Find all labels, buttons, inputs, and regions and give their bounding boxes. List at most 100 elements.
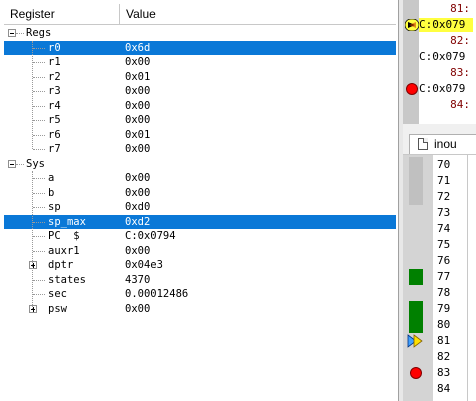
register-value[interactable]: 0x00	[125, 244, 150, 259]
register-value[interactable]: 0x00	[125, 171, 150, 186]
register-value[interactable]: 0x00	[125, 55, 150, 70]
register-name: psw	[48, 302, 67, 315]
source-editor: 70 71 72 73 74 75 76 77 78 79 80 81 82 83 84	[403, 155, 476, 401]
column-header-value[interactable]: Value	[120, 4, 396, 24]
register-value[interactable]: 0x00	[125, 113, 150, 128]
disassembly-source-line[interactable]: 83:	[403, 66, 476, 80]
register-value[interactable]: 0x01	[125, 128, 150, 143]
tree-group-sys[interactable]: Sys	[4, 157, 396, 172]
register-value[interactable]: C:0x0794	[125, 229, 176, 244]
source-line[interactable]: 78	[403, 285, 476, 301]
expand-icon[interactable]	[29, 261, 37, 269]
source-line[interactable]: 77	[403, 269, 476, 285]
register-row[interactable]: r6 0x01	[4, 128, 396, 143]
register-row[interactable]: r3 0x00	[4, 84, 396, 99]
register-name: r0	[48, 41, 61, 54]
line-number: 83	[437, 366, 451, 379]
tab-label: inou	[434, 137, 457, 151]
source-line[interactable]: 73	[403, 205, 476, 221]
coverage-marker	[409, 317, 423, 333]
disassembly-window: 81: C:0x079 82: C:0x079 83: C:0x079 84:	[403, 0, 476, 124]
source-line[interactable]: 80	[403, 317, 476, 333]
register-name: sp	[48, 201, 61, 213]
register-row[interactable]: sp 0xd0	[4, 200, 396, 215]
register-value[interactable]: 4370	[125, 273, 150, 288]
source-line[interactable]: 71	[403, 173, 476, 189]
disassembly-instruction-line[interactable]: C:0x079	[403, 50, 476, 64]
source-line-number: 82:	[450, 34, 470, 47]
register-row[interactable]: r5 0x00	[4, 113, 396, 128]
disassembly-source-line[interactable]: 84:	[403, 98, 476, 112]
register-value[interactable]: 0x6d	[125, 41, 150, 56]
register-row[interactable]: b 0x00	[4, 186, 396, 201]
register-row[interactable]: auxr1 0x00	[4, 244, 396, 259]
disassembly-source-line[interactable]: 81:	[403, 2, 476, 16]
line-number: 84	[437, 382, 451, 395]
source-line[interactable]: 81	[403, 333, 476, 349]
register-name: r1	[48, 56, 61, 68]
tree-connector	[33, 192, 45, 194]
register-tree: Regs r0 0x6d r1 0x00 r2 0x01 r3 0x00 r4 0x00 r5 0x00…	[4, 26, 396, 316]
register-row[interactable]: r2 0x01	[4, 70, 396, 85]
register-row[interactable]: r0 0x6d	[4, 40, 396, 56]
register-value[interactable]: 0x01	[125, 70, 150, 85]
register-row[interactable]: r4 0x00	[4, 99, 396, 114]
instruction-address: C:0x079	[419, 50, 466, 63]
column-header-register[interactable]: Register	[4, 4, 120, 24]
register-value[interactable]: 0xd2	[125, 215, 150, 230]
line-number: 75	[437, 238, 451, 251]
register-row[interactable]: sec 0.00012486	[4, 287, 396, 302]
register-value[interactable]: 0x00	[125, 142, 150, 157]
tree-connector	[33, 279, 45, 281]
register-value[interactable]: 0.00012486	[125, 287, 188, 302]
collapse-icon[interactable]	[8, 29, 16, 37]
source-line[interactable]: 84	[403, 381, 476, 397]
source-line[interactable]: 82	[403, 349, 476, 365]
register-row[interactable]: PC $ C:0x0794	[4, 229, 396, 244]
register-name: r6	[48, 128, 61, 141]
register-row[interactable]: dptr 0x04e3	[4, 258, 396, 273]
register-row[interactable]: a 0x00	[4, 171, 396, 186]
register-row[interactable]: r7 0x00	[4, 142, 396, 157]
register-row[interactable]: sp_max 0xd2	[4, 214, 396, 230]
register-row[interactable]: states 4370	[4, 273, 396, 288]
source-line-number: 84:	[450, 98, 470, 111]
tree-group-regs[interactable]: Regs	[4, 26, 396, 41]
breakpoint-icon[interactable]	[406, 83, 418, 95]
register-value[interactable]: 0xd0	[125, 200, 150, 215]
register-name: states	[48, 273, 86, 286]
source-line[interactable]: 75	[403, 237, 476, 253]
tab-source-file[interactable]: inou	[409, 134, 476, 154]
register-row[interactable]: r1 0x00	[4, 55, 396, 70]
disassembly-instruction-line[interactable]: C:0x079	[403, 18, 476, 32]
register-value[interactable]: 0x00	[125, 99, 150, 114]
source-line[interactable]: 76	[403, 253, 476, 269]
register-value[interactable]: 0x00	[125, 302, 150, 317]
source-line[interactable]: 74	[403, 221, 476, 237]
expand-icon[interactable]	[29, 304, 37, 313]
tree-connector	[33, 250, 45, 252]
line-number: 80	[437, 318, 451, 331]
source-line[interactable]: 79	[403, 301, 476, 317]
tree-group-label: Sys	[26, 157, 45, 170]
current-line-arrow-icon	[407, 334, 423, 348]
source-line[interactable]: 70	[403, 157, 476, 173]
disassembly-source-line[interactable]: 82:	[403, 34, 476, 48]
register-name: sp_max	[48, 215, 86, 228]
tree-connector	[33, 91, 45, 92]
line-number: 72	[437, 190, 451, 203]
tree-guide-line	[32, 171, 33, 309]
tree-guide-line	[32, 40, 33, 150]
source-line[interactable]: 83	[403, 365, 476, 381]
source-line[interactable]: 72	[403, 189, 476, 205]
breakpoint-icon[interactable]	[410, 367, 422, 379]
register-row[interactable]: psw 0x00	[4, 302, 396, 317]
disassembly-instruction-line[interactable]: C:0x079	[403, 82, 476, 96]
register-table-header: Register Value	[4, 4, 396, 25]
collapse-icon[interactable]	[8, 159, 16, 168]
current-instruction-arrow-icon	[405, 19, 419, 31]
register-value[interactable]: 0x04e3	[125, 258, 163, 273]
register-value[interactable]: 0x00	[125, 186, 150, 201]
tree-connector	[33, 207, 45, 208]
register-value[interactable]: 0x00	[125, 84, 150, 99]
